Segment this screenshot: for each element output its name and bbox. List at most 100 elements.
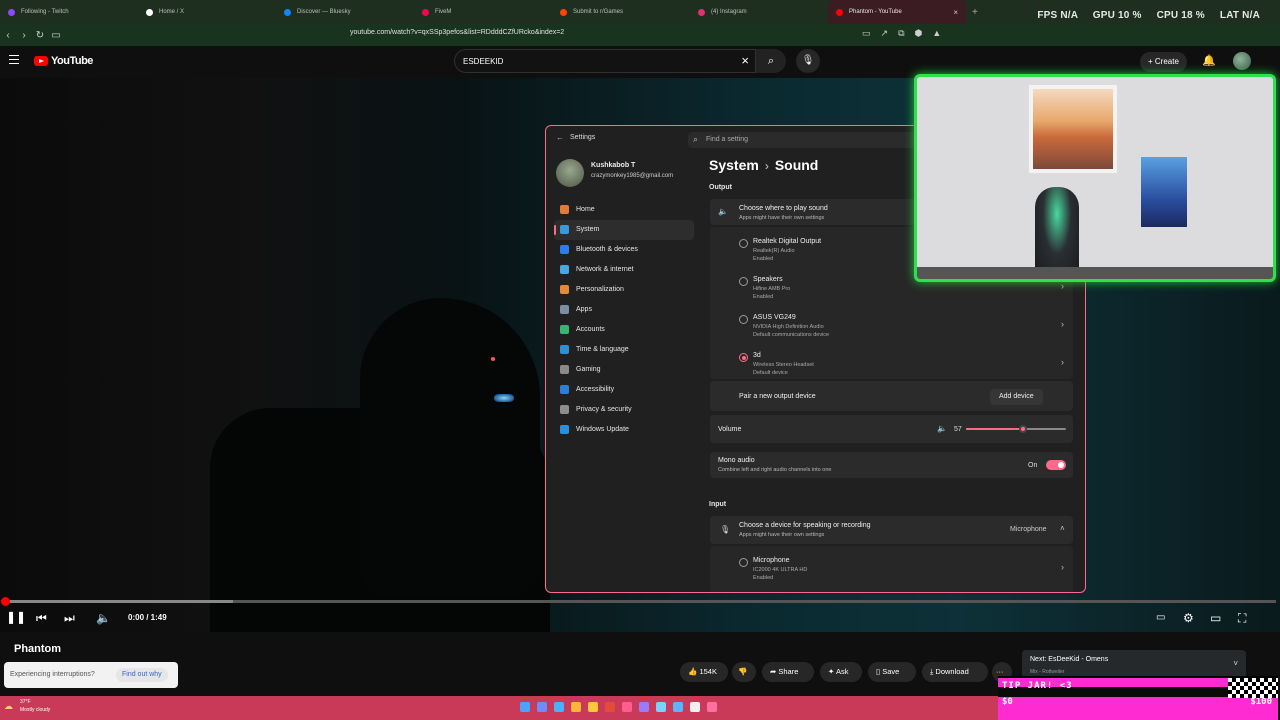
video-progress-scrubber[interactable]: [1, 597, 10, 606]
choose-input-card[interactable]: 🎙 Choose a device for speaking or record…: [710, 516, 1073, 544]
chevron-right-icon[interactable]: ›: [1061, 562, 1064, 572]
volume-slider-thumb[interactable]: [1019, 425, 1027, 433]
create-button[interactable]: + Create: [1140, 52, 1187, 72]
new-tab-icon[interactable]: +: [972, 7, 978, 18]
nav-accessibility[interactable]: Accessibility: [554, 380, 694, 400]
nav-home[interactable]: Home: [554, 200, 694, 220]
weather-cloud-icon[interactable]: ☁: [4, 701, 13, 712]
nav-personalization[interactable]: Personalization: [554, 280, 694, 300]
taskbar-app-icon[interactable]: [656, 702, 666, 712]
device-radio[interactable]: [739, 558, 748, 567]
mono-audio-toggle[interactable]: [1046, 460, 1066, 470]
split-view-icon[interactable]: ▭: [48, 30, 64, 41]
captions-icon[interactable]: ▭: [1156, 612, 1165, 623]
nav-accounts[interactable]: Accounts: [554, 320, 694, 340]
dislike-button[interactable]: 👎: [732, 662, 756, 682]
like-count: 154K: [699, 667, 717, 676]
forward-icon[interactable]: ›: [16, 30, 32, 41]
tab-youtube[interactable]: Phantom - YouTube ×: [828, 0, 966, 24]
youtube-logo[interactable]: YouTube: [34, 55, 93, 67]
ask-label: Ask: [835, 667, 849, 676]
back-icon[interactable]: ‹: [0, 30, 16, 41]
webcam-picture-frame: [1027, 83, 1119, 175]
taskbar-app-icon[interactable]: [520, 702, 530, 712]
share-button[interactable]: ➦ Share: [762, 662, 814, 682]
close-tab-icon[interactable]: ×: [953, 8, 958, 17]
breadcrumb-system[interactable]: System: [709, 157, 759, 173]
device-radio[interactable]: [739, 315, 748, 324]
tab-instagram[interactable]: (4) Instagram: [690, 0, 828, 24]
extension-icon[interactable]: ⬢: [915, 28, 923, 39]
reload-icon[interactable]: ↻: [32, 30, 48, 41]
search-input[interactable]: ESDEEKID: [463, 57, 503, 66]
next-icon[interactable]: ⏭: [64, 611, 75, 626]
nav-network[interactable]: Network & internet: [554, 260, 694, 280]
like-button[interactable]: 👍 154K: [680, 662, 728, 682]
add-device-button[interactable]: Add device: [990, 389, 1043, 405]
hamburger-menu-icon[interactable]: [9, 55, 19, 64]
notifications-bell-icon[interactable]: 🔔: [1202, 54, 1216, 67]
nav-apps[interactable]: Apps: [554, 300, 694, 320]
chevron-right-icon[interactable]: ›: [1061, 281, 1064, 291]
tab-reddit[interactable]: Submit to r/Games: [552, 0, 690, 24]
find-out-why-link[interactable]: Find out why: [116, 668, 168, 682]
nav-label: Accessibility: [576, 386, 615, 393]
nav-windows-update[interactable]: Windows Update: [554, 420, 694, 440]
ask-button[interactable]: ✦ Ask: [820, 662, 862, 682]
tab-bluesky[interactable]: Discover — Bluesky: [276, 0, 414, 24]
clear-search-icon[interactable]: ×: [741, 53, 749, 68]
taskbar-app-icon[interactable]: [690, 702, 700, 712]
open-external-icon[interactable]: ↗: [881, 28, 889, 39]
chevron-right-icon[interactable]: ›: [1061, 319, 1064, 329]
theater-mode-icon[interactable]: ▭: [1210, 611, 1221, 625]
back-arrow-icon[interactable]: ←: [556, 133, 564, 142]
tab-x[interactable]: Home / X: [138, 0, 276, 24]
download-button[interactable]: ⤓ Download: [922, 662, 988, 682]
chevron-right-icon[interactable]: ›: [1061, 357, 1064, 367]
tab-twitch[interactable]: Following - Twitch: [0, 0, 138, 24]
search-icon[interactable]: ⌕: [756, 49, 786, 73]
nav-privacy[interactable]: Privacy & security: [554, 400, 694, 420]
copy-icon[interactable]: ⧉: [898, 28, 904, 39]
user-avatar[interactable]: [556, 159, 584, 187]
install-icon[interactable]: ▭: [862, 28, 871, 39]
save-button[interactable]: ▯ Save: [868, 662, 916, 682]
nav-bluetooth[interactable]: Bluetooth & devices: [554, 240, 694, 260]
lat-readout: LAT N/A: [1219, 10, 1260, 21]
chevron-up-icon[interactable]: ˄: [1060, 524, 1065, 533]
fullscreen-icon[interactable]: ⛶: [1238, 611, 1246, 626]
taskbar-app-icon[interactable]: [537, 702, 547, 712]
taskbar-app-icon[interactable]: [707, 702, 717, 712]
taskbar-app-icon[interactable]: [605, 702, 615, 712]
pause-icon[interactable]: ❚❚: [6, 610, 26, 624]
taskbar-app-icon[interactable]: [639, 702, 649, 712]
device-radio[interactable]: [739, 277, 748, 286]
chevron-down-icon[interactable]: ˅: [1233, 659, 1238, 668]
volume-slider[interactable]: [966, 425, 1066, 433]
nav-gaming[interactable]: Gaming: [554, 360, 694, 380]
device-radio[interactable]: [739, 239, 748, 248]
tab-fivem[interactable]: FiveM: [414, 0, 552, 24]
find-setting-input[interactable]: Find a setting: [688, 132, 918, 148]
volume-speaker-icon[interactable]: 🔈: [937, 424, 947, 433]
taskbar-app-icon[interactable]: [673, 702, 683, 712]
volume-icon[interactable]: 🔈: [96, 611, 111, 625]
device-radio-selected[interactable]: [739, 353, 748, 362]
taskbar-app-icon[interactable]: [588, 702, 598, 712]
choose-output-title: Choose where to play sound: [739, 205, 828, 212]
nav-system[interactable]: System: [554, 220, 694, 240]
bookmark-icon[interactable]: ▲: [932, 28, 941, 39]
mic-icon[interactable]: 🎙: [796, 49, 820, 73]
search-box[interactable]: ESDEEKID ×: [454, 49, 756, 73]
previous-icon[interactable]: ⏮: [36, 611, 47, 626]
video-progress-bar[interactable]: [1, 597, 1276, 606]
url-field[interactable]: youtube.com/watch?v=qxSSp3pefos&list=RDd…: [350, 29, 564, 36]
taskbar-app-icon[interactable]: [622, 702, 632, 712]
taskbar-app-icon[interactable]: [571, 702, 581, 712]
settings-gear-icon[interactable]: ⚙: [1183, 611, 1194, 625]
nav-time-language[interactable]: Time & language: [554, 340, 694, 360]
account-avatar[interactable]: [1233, 52, 1251, 70]
person-icon: [560, 325, 569, 334]
thumbs-down-icon: 👎: [738, 667, 748, 676]
taskbar-app-icon[interactable]: [554, 702, 564, 712]
